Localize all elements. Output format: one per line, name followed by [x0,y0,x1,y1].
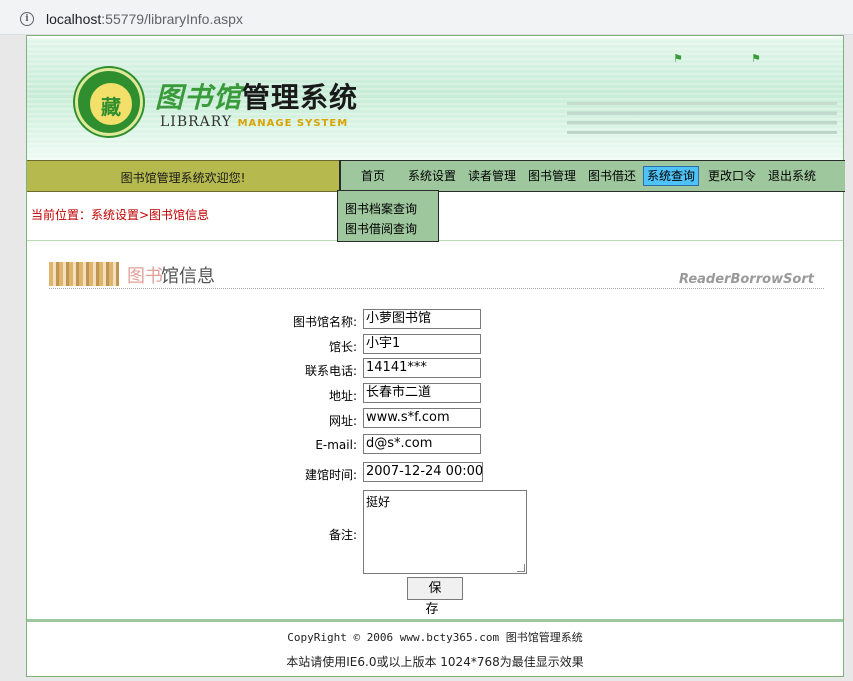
form-row-email: E-mail: d@s*.com [27,434,843,456]
phone-label: 联系电话: [304,364,357,378]
remark-text: 挺好 [366,495,391,509]
menu-bar: 首页 系统设置 读者管理 图书管理 图书借还 系统查询 更改口令 退出系统 [339,160,845,192]
section-title: 馆信息 [161,266,215,287]
main-nav: 图书馆管理系统欢迎您! 首页 系统设置 读者管理 图书管理 图书借还 系统查询 … [27,160,845,192]
founded-date-label: 建馆时间: [304,468,357,482]
address-input[interactable]: 长春市二道 [363,383,481,403]
email-label: E-mail: [315,438,357,452]
menu-item-logout[interactable]: 退出系统 [765,167,819,185]
url-field[interactable]: i localhost:55779/libraryInfo.aspx [6,3,853,31]
remark-textarea[interactable]: 挺好 [363,490,527,574]
building-image [567,78,837,158]
form-row-founded-date: 建馆时间: 2007-12-24 00:00:0 [27,462,843,484]
save-button[interactable]: 保 存 [407,577,463,617]
library-logo: 藏 [75,68,143,136]
section-divider [49,288,824,289]
browser-address-bar: i localhost:55779/libraryInfo.aspx [0,0,853,35]
page-frame: ⚑ ⚑ 藏 图书馆管理系统 LIBRARY MANAGE SYSTEM 图书馆管… [26,35,845,677]
footer-divider [27,619,843,622]
welcome-bar: 图书馆管理系统欢迎您! [27,160,339,192]
library-name-label: 图书馆名称: [292,315,357,329]
form-row-phone: 联系电话: 14141*** [27,358,843,380]
menu-item-change-password[interactable]: 更改口令 [705,167,759,185]
flag-icon: ⚑ [751,52,761,65]
phone-input[interactable]: 14141*** [363,358,481,378]
form-row-curator: 馆长: 小宇1 [27,334,843,356]
email-input[interactable]: d@s*.com [363,434,481,454]
brand-title: 图书馆管理系统 [155,76,358,116]
curator-label: 馆长: [328,340,357,354]
dropdown-item-book-archive-query[interactable]: 图书档案查询 [345,200,417,217]
section-header: 图书 馆信息 ReaderBorrowSort [49,258,824,292]
dropdown-item-book-borrow-query[interactable]: 图书借阅查询 [345,220,417,237]
url-text[interactable]: localhost:55779/libraryInfo.aspx [46,11,243,27]
footer-copyright: CopyRight © 2006 www.bcty365.com 图书馆管理系统 [287,631,583,644]
system-query-dropdown: 图书档案查询 图书借阅查询 [337,190,439,242]
library-name-input[interactable]: 小萝图书馆 [363,309,481,329]
info-icon[interactable]: i [20,12,34,26]
section-english-title: ReaderBorrowSort [678,272,814,287]
flag-icon: ⚑ [673,52,683,65]
books-icon [49,262,119,286]
section-title-prefix: 图书 [127,266,163,287]
brand-title-calligraphy: 图书馆 [155,81,243,114]
address-label: 地址: [328,389,357,403]
remark-label: 备注: [328,528,357,542]
website-label: 网址: [328,414,357,428]
founded-date-input[interactable]: 2007-12-24 00:00:0 [363,462,483,482]
logo-inner: 藏 [88,81,134,127]
menu-item-reader-management[interactable]: 读者管理 [465,167,519,185]
menu-item-book-borrow-return[interactable]: 图书借还 [585,167,639,185]
welcome-text: 图书馆管理系统欢迎您! [120,171,246,185]
menu-item-book-management[interactable]: 图书管理 [525,167,579,185]
form-row-website: 网址: www.s*f.com [27,408,843,430]
brand-subtitle: LIBRARY MANAGE SYSTEM [160,114,348,130]
url-path: :55779/libraryInfo.aspx [101,11,243,27]
form-row-address: 地址: 长春市二道 [27,383,843,405]
logo-glyph: 藏 [101,95,121,119]
footer-browser-note: 本站请使用IE6.0或以上版本 1024*768为最佳显示效果 [286,655,584,669]
url-host: localhost [46,11,102,27]
menu-item-system-settings[interactable]: 系统设置 [405,167,459,185]
page-background: ⚑ ⚑ 藏 图书馆管理系统 LIBRARY MANAGE SYSTEM 图书馆管… [0,35,853,681]
menu-item-home[interactable]: 首页 [358,167,388,185]
site-banner: ⚑ ⚑ 藏 图书馆管理系统 LIBRARY MANAGE SYSTEM [27,38,843,160]
form-row-library-name: 图书馆名称: 小萝图书馆 [27,309,843,331]
curator-input[interactable]: 小宇1 [363,334,481,354]
website-input[interactable]: www.s*f.com [363,408,481,428]
brand-subtitle-library: LIBRARY [160,114,233,130]
breadcrumb: 当前位置：系统设置>图书馆信息 [31,208,210,222]
brand-subtitle-manage: MANAGE SYSTEM [237,118,349,129]
resize-handle[interactable] [517,564,525,572]
menu-item-system-query[interactable]: 系统查询 [643,166,700,186]
brand-title-text: 管理系统 [242,81,359,114]
